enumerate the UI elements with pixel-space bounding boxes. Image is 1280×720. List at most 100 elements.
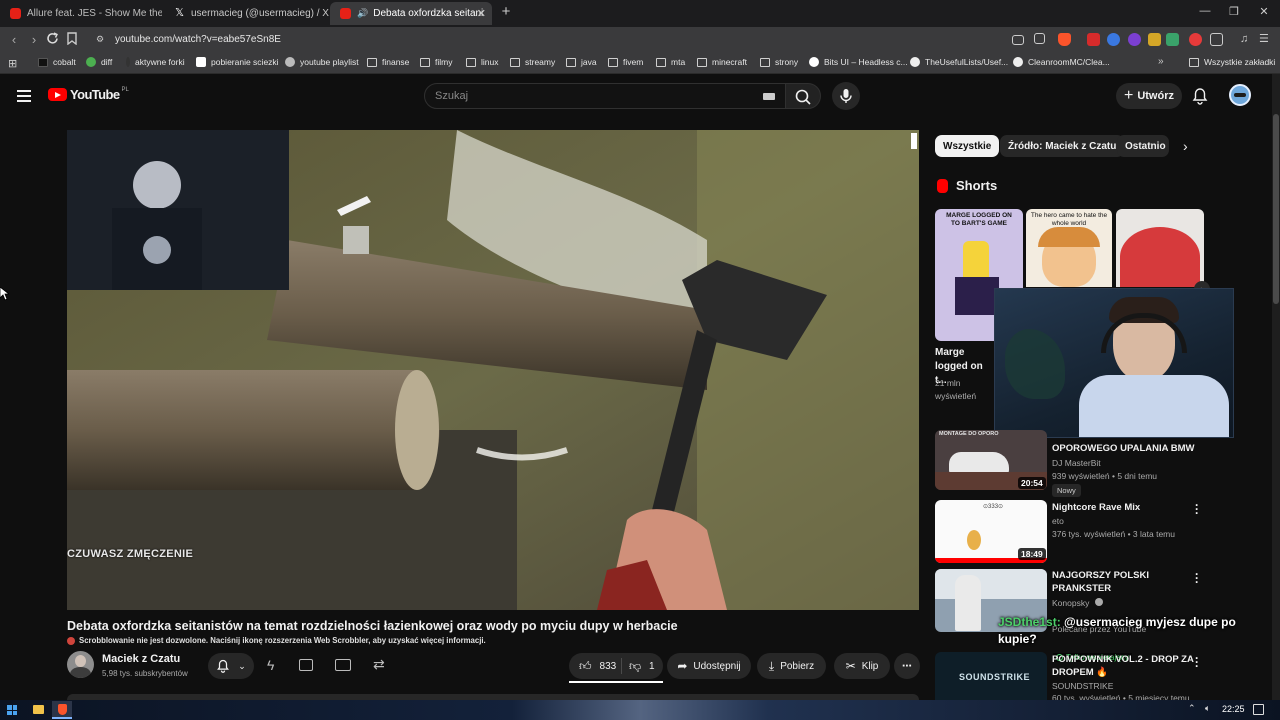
more-vertical-icon[interactable]: · · · [1192,652,1202,672]
download-button[interactable]: ⤓ Pobierz [757,653,826,679]
back-button[interactable]: ‹ [6,32,22,48]
short-thumbnail-2[interactable]: The hero came to hate the whole world [1026,209,1112,287]
search-button[interactable] [785,83,821,109]
bookmark-bits-ui[interactable]: Bits UI – Headless c... [809,57,908,67]
share-button[interactable]: ➦ Udostępnij [667,653,751,679]
folder-icon [420,57,430,67]
rec-channel[interactable]: DJ MasterBit [1052,457,1101,470]
extension-red-icon[interactable] [1087,33,1100,46]
scrollbar-thumb[interactable] [1273,114,1279,304]
rec-title[interactable]: OPOROWEGO UPALANIA BMW [1052,442,1195,455]
tab-close-icon[interactable]: ✕ [477,7,486,20]
bookmark-streamy[interactable]: streamy [510,57,555,67]
lightning-icon[interactable]: ϟ [267,657,274,673]
rec-title-line2[interactable]: PRANKSTER [1052,582,1111,595]
youtube-logo[interactable]: YouTube PL [48,87,129,102]
cast-icon[interactable] [1012,35,1024,45]
rec-channel[interactable]: eto [1052,515,1064,528]
thumbs-down-icon[interactable]: 👎︎ [629,659,641,674]
address-bar[interactable]: ⚙ youtube.com/watch?v=eabe57eSn8E [90,30,1010,50]
subscribed-bell-button[interactable]: ⌄ [208,653,254,679]
tab-current[interactable]: 🔊 Debata oxfordzka seitanistów ✕ [330,2,492,25]
reload-button[interactable] [46,32,62,48]
new-tab-button[interactable]: + [498,4,514,20]
search-input[interactable]: Szukaj [424,83,786,109]
bookmark-minecraft[interactable]: minecraft [697,57,747,67]
puzzle-icon[interactable] [1210,33,1223,46]
rec-channel[interactable]: Konopsky [1052,597,1103,610]
channel-avatar[interactable] [67,651,94,678]
extension-red2-icon[interactable] [1189,33,1202,46]
image-icon[interactable] [299,659,313,671]
create-button[interactable]: + Utwórz [1116,83,1182,109]
voice-search-button[interactable] [832,82,860,110]
clock-time[interactable]: 22:25 [1222,704,1245,714]
extension-green-icon[interactable] [1166,33,1179,46]
short-thumbnail-3[interactable] [1116,209,1204,287]
tray-chevron-icon[interactable]: ⌃ [1188,703,1196,714]
chip-source-channel[interactable]: Źródło: Maciek z Czatu [1000,135,1125,157]
menu-icon[interactable]: ☰ [1259,33,1272,46]
tab-x[interactable]: 𝕏 usermacieg (@usermacieg) / X [164,2,329,25]
more-actions-button[interactable]: ⋯ [894,653,920,679]
more-vertical-icon[interactable]: · · · [1192,499,1202,519]
bookmark-pobieranie[interactable]: pobieranie sciezki [196,57,279,67]
bookmarks-overflow-icon[interactable]: » [1158,56,1164,67]
hamburger-menu-icon[interactable] [17,90,31,102]
rec-thumbnail[interactable]: SOUNDSTRIKE [935,652,1047,702]
file-explorer-icon[interactable] [33,705,44,714]
bookmark-mta[interactable]: mta [656,57,685,67]
notification-center-icon[interactable] [1253,704,1264,715]
restore-button[interactable]: ❐ [1224,5,1244,18]
bookmark-youtube-playlist[interactable]: youtube playlist [285,57,359,67]
bookmark-all[interactable]: Wszystkie zakładki [1189,57,1275,67]
forward-button[interactable]: › [26,32,42,48]
extension-yellow-icon[interactable] [1148,33,1161,46]
bookmark-diff[interactable]: diff [86,57,112,67]
brave-taskbar-icon[interactable] [52,701,72,719]
site-info-icon[interactable]: ⚙ [96,34,104,45]
bookmark-aktywne-forki[interactable]: aktywne forki [126,57,185,67]
bookmark-toggle-icon[interactable] [66,32,82,48]
video-player[interactable]: CZUWASZ ZMĘCZENIE [67,130,919,610]
miniplayer-icon[interactable] [335,659,351,671]
rec-title-line2[interactable]: DROPEM 🔥 [1052,666,1108,679]
clip-button[interactable]: ✂ Klip [834,653,890,679]
bookmark-strony[interactable]: strony [760,57,798,67]
like-button[interactable]: 👍︎ 833 👎︎ 1 [569,653,663,679]
channel-name[interactable]: Maciek z Czatu [102,653,180,665]
bookmark-finanse[interactable]: finanse [367,57,409,67]
loop-icon[interactable]: ⇄ [373,656,385,673]
tab-allure[interactable]: Allure feat. JES - Show Me the Way (I [0,2,162,25]
rec-title[interactable]: Nightcore Rave Mix [1052,501,1140,514]
region-code: PL [121,86,129,93]
bookmark-filmy[interactable]: filmy [420,57,452,67]
bookmark-cobalt[interactable]: cobalt [38,57,76,67]
chip-all[interactable]: Wszystkie [935,135,1000,157]
bookmark-usefullists[interactable]: TheUsefulLists/Usef... [910,57,1008,67]
page-scrollbar[interactable] [1272,74,1280,700]
bookmark-java[interactable]: java [566,57,597,67]
minimize-button[interactable]: — [1195,5,1215,17]
share-icon[interactable] [1034,33,1045,44]
keyboard-icon[interactable] [763,93,775,100]
start-button-icon[interactable] [7,705,17,715]
volume-icon[interactable]: 🔈︎ [1205,703,1210,714]
extension-blue-icon[interactable] [1107,33,1120,46]
more-vertical-icon[interactable]: · · · [1192,568,1202,588]
chip-recent[interactable]: Ostatnio p [1117,135,1169,157]
media-icon[interactable]: ♫ [1240,33,1253,46]
extension-purple-icon[interactable] [1128,33,1141,46]
rec-title[interactable]: POMPOWNIK VOL.2 - DROP ZA [1052,653,1194,666]
bookmark-fivem[interactable]: fivem [608,57,643,67]
notifications-bell-icon[interactable] [1191,87,1209,105]
apps-grid-icon[interactable]: ⊞ [8,57,17,70]
bookmark-cleanroom[interactable]: CleanroomMC/Clea... [1013,57,1110,67]
account-avatar[interactable] [1229,84,1251,106]
close-window-button[interactable]: ✕ [1254,5,1274,18]
bookmark-linux[interactable]: linux [466,57,498,67]
rec-title[interactable]: NAJGORSZY POLSKI [1052,569,1149,582]
brave-shield-icon[interactable] [1058,33,1071,46]
video-frame [67,130,919,610]
chips-next-chevron-icon[interactable]: › [1183,138,1188,154]
